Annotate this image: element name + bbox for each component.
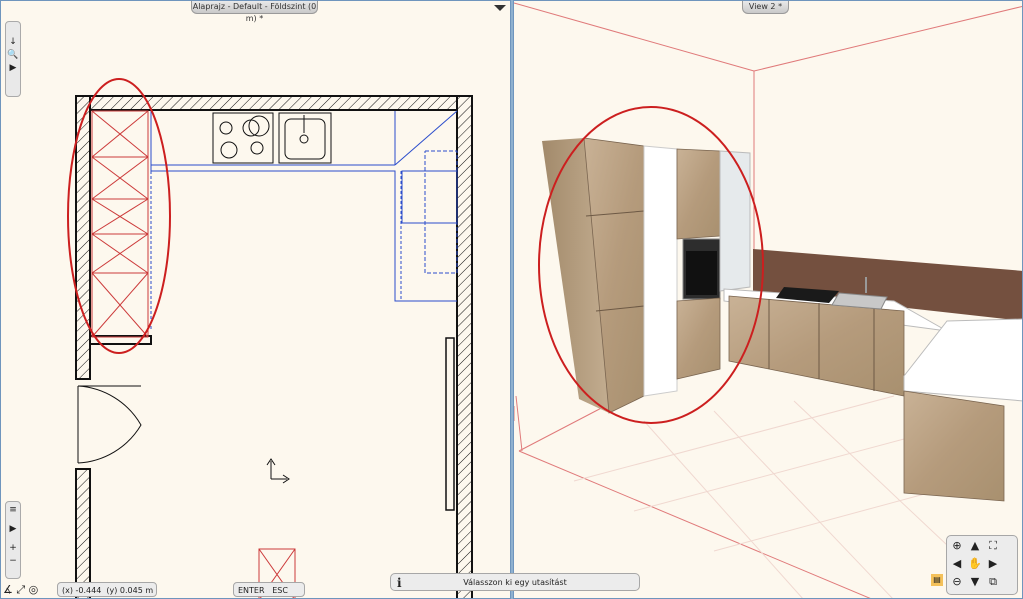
left-arrow-icon[interactable]: ◀ (949, 556, 965, 572)
tall-cabinet-3d[interactable] (542, 137, 751, 414)
door-symbol[interactable] (77, 385, 142, 464)
pan-hand-icon[interactable]: ✋ (967, 556, 983, 572)
navigation-pad: ⊕ ▲ ⛶ ◀ ✋ ▶ ▤ ⊖ ▼ ⧉ (931, 535, 1018, 595)
3d-kitchen-render (514, 2, 1022, 598)
y-coordinate: (y) 0.045 m (106, 586, 154, 595)
command-prompt: i Válasszon ki egy utasítást (390, 573, 640, 591)
right-arrow-icon[interactable]: ▶ (985, 556, 1001, 572)
3d-view[interactable]: View 2 * ⊕ ▲ ⛶ ◀ ✋ ▶ ▤ ⊖ ▼ ⧉ (513, 0, 1023, 599)
zoom-extents-icon[interactable]: ⛶ (985, 538, 1001, 554)
sink-plan[interactable] (278, 112, 332, 164)
zoom-in-icon[interactable]: ⊕ (949, 538, 965, 554)
prompt-text: Válasszon ki egy utasítást (463, 578, 567, 587)
up-arrow-icon[interactable]: ▲ (967, 538, 983, 554)
snap-tools[interactable]: ∡ ⤢ ◎ (3, 582, 55, 597)
snap-icon[interactable]: ∡ ⤢ ◎ (3, 583, 38, 596)
counter-plan[interactable] (150, 110, 458, 331)
zoom-window-icon[interactable]: ⧉ (985, 574, 1001, 590)
esc-key[interactable]: ESC (272, 586, 288, 595)
enter-key[interactable]: ENTER (238, 586, 265, 595)
layers-icon[interactable]: ▤ (931, 574, 943, 586)
origin-marker (266, 458, 290, 484)
x-coordinate: (x) -0.444 (62, 586, 102, 595)
coordinate-readout: (x) -0.444 (y) 0.045 m (57, 582, 157, 597)
zoom-out-icon[interactable]: ⊖ (949, 574, 965, 590)
hob-plan[interactable] (212, 112, 274, 164)
down-arrow-icon[interactable]: ▼ (967, 574, 983, 590)
floor-plan-view[interactable]: Alaprajz - Default - Földszint (0 m) * ↓… (0, 0, 511, 599)
tall-cabinet-plan[interactable] (91, 110, 149, 338)
floor-plan-drawing (67, 78, 473, 598)
key-hints: ENTER ESC (233, 582, 305, 597)
